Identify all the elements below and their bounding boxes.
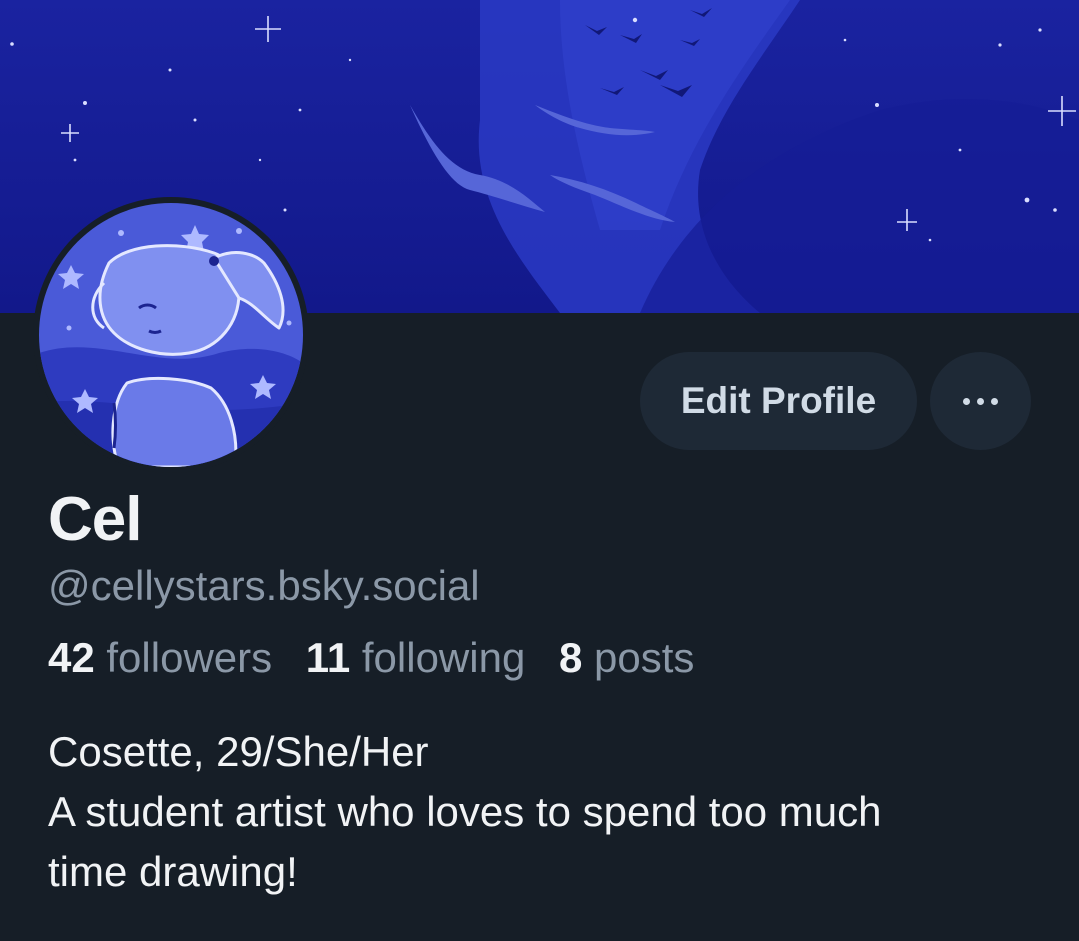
display-name: Cel bbox=[48, 485, 142, 554]
avatar[interactable] bbox=[33, 197, 309, 473]
bio-line: A student artist who loves to spend too … bbox=[48, 788, 882, 835]
edit-profile-button[interactable]: Edit Profile bbox=[640, 352, 917, 450]
posts-stat: 8 posts bbox=[559, 634, 694, 681]
more-options-button[interactable] bbox=[930, 352, 1031, 450]
followers-count: 42 bbox=[48, 634, 95, 681]
following-label: following bbox=[361, 634, 526, 681]
ellipsis-icon bbox=[963, 397, 998, 405]
followers-label: followers bbox=[106, 634, 273, 681]
following-link[interactable]: 11 following bbox=[306, 634, 537, 681]
profile-handle: @cellystars.bsky.social bbox=[48, 562, 480, 609]
bio-line: time drawing! bbox=[48, 848, 298, 895]
avatar-image bbox=[39, 203, 303, 467]
bio-line: Cosette, 29/She/Her bbox=[48, 728, 429, 775]
following-count: 11 bbox=[305, 634, 351, 681]
posts-count: 8 bbox=[558, 634, 583, 681]
followers-link[interactable]: 42 followers bbox=[48, 634, 284, 681]
profile-bio: Cosette, 29/She/Her A student artist who… bbox=[48, 722, 1048, 902]
profile-stats: 42 followers 11 following 8 posts bbox=[48, 634, 716, 682]
posts-label: posts bbox=[594, 634, 695, 681]
